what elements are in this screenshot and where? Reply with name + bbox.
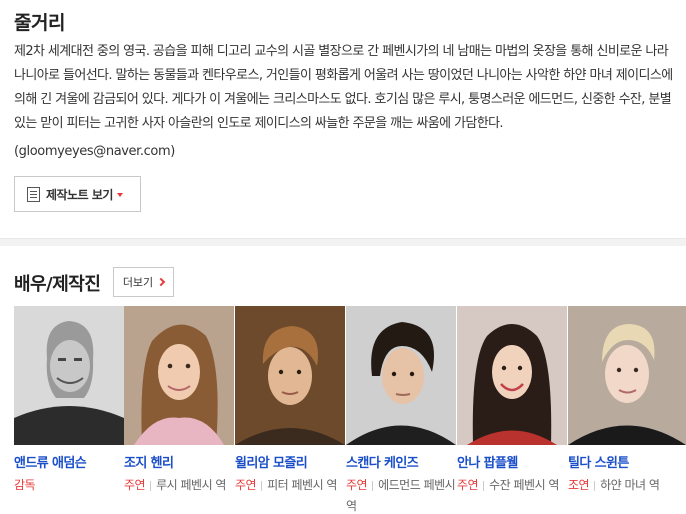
cast-meta: 감독	[14, 475, 124, 496]
plot-title: 줄거리	[14, 12, 65, 34]
more-label: 더보기	[122, 276, 154, 289]
cast-name[interactable]: 윌리암 모즐리	[235, 452, 345, 471]
cast-role-type: 조연	[568, 478, 590, 492]
cast-photo[interactable]	[124, 306, 234, 445]
cast-role-type: 주연	[235, 478, 257, 492]
separator	[150, 480, 152, 491]
cast-photo[interactable]	[235, 306, 345, 445]
cast-role-type: 주연	[457, 478, 479, 492]
cast-role-type: 주연	[346, 478, 368, 492]
separator	[372, 480, 374, 491]
cast-photo[interactable]	[14, 306, 124, 445]
cast-meta: 조연 하얀 마녀 역	[568, 475, 686, 496]
cast-card: 조지 헨리 주연 루시 페벤시 역	[124, 306, 234, 496]
cast-card: 스캔다 케인즈 주연 에드먼드 페벤시 역	[346, 306, 456, 514]
cast-name[interactable]: 스캔다 케인즈	[346, 452, 456, 471]
cast-photo[interactable]	[457, 306, 567, 445]
production-note-button[interactable]: 제작노트 보기	[14, 176, 141, 212]
cast-name[interactable]: 앤드류 애덤슨	[14, 452, 124, 471]
cast-list: 앤드류 애덤슨 감독 조지 헨리 주연 루시 페벤시 역 윌리암 모즐리 주연 …	[14, 306, 686, 514]
separator	[594, 480, 596, 491]
caret-down-icon	[116, 192, 123, 197]
cast-role: 루시 페벤시 역	[156, 478, 226, 492]
cast-title: 배우/제작진	[14, 274, 101, 295]
chevron-right-icon	[156, 277, 166, 287]
plot-section: 줄거리 제2차 세계대전 중의 영국. 공습을 피해 디고리 교수의 시골 별장…	[0, 0, 686, 238]
cast-name[interactable]: 조지 헨리	[124, 452, 234, 471]
document-icon	[27, 186, 40, 202]
cast-card: 앤드류 애덤슨 감독	[14, 306, 124, 496]
cast-role-type: 주연	[124, 478, 146, 492]
cast-name[interactable]: 틸다 스윈튼	[568, 452, 686, 471]
separator	[483, 480, 485, 491]
cast-role-type: 감독	[14, 478, 36, 492]
cast-meta: 주연 루시 페벤시 역	[124, 475, 234, 496]
cast-role: 수잔 페벤시 역	[489, 478, 559, 492]
cast-name[interactable]: 안나 팝플웰	[457, 452, 567, 471]
cast-photo[interactable]	[346, 306, 456, 445]
cast-role: 하얀 마녀 역	[600, 478, 660, 492]
cast-photo[interactable]	[568, 306, 686, 445]
more-button[interactable]: 더보기	[113, 267, 174, 297]
production-note-label: 제작노트 보기	[46, 187, 113, 202]
cast-meta: 주연 수잔 페벤시 역	[457, 475, 567, 496]
cast-card: 틸다 스윈튼 조연 하얀 마녀 역	[568, 306, 686, 496]
cast-card: 안나 팝플웰 주연 수잔 페벤시 역	[457, 306, 567, 496]
section-divider	[0, 238, 686, 246]
plot-source: (gloomyeyes@naver.com)	[14, 144, 175, 159]
separator	[261, 480, 263, 491]
plot-text: 제2차 세계대전 중의 영국. 공습을 피해 디고리 교수의 시골 별장으로 간…	[14, 44, 673, 131]
cast-card: 윌리암 모즐리 주연 피터 페벤시 역	[235, 306, 345, 496]
cast-role: 피터 페벤시 역	[267, 478, 337, 492]
cast-meta: 주연 피터 페벤시 역	[235, 475, 345, 496]
cast-meta: 주연 에드먼드 페벤시 역	[346, 475, 456, 514]
